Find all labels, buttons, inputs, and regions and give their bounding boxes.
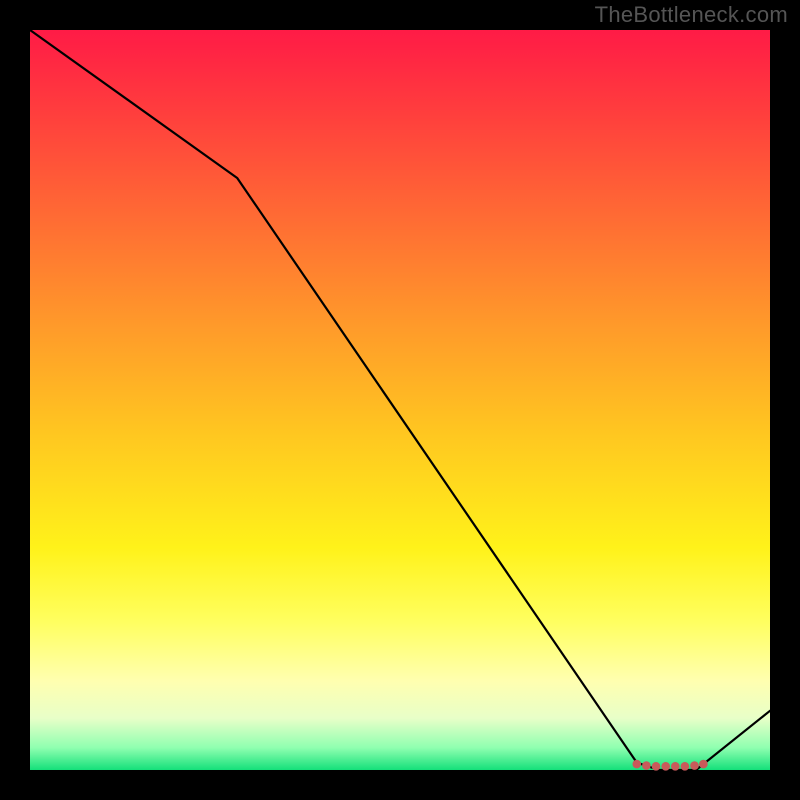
optimal-marker (681, 763, 689, 771)
optimal-marker (643, 762, 651, 770)
optimal-marker (633, 760, 641, 768)
optimal-marker (691, 762, 699, 770)
optimal-range-markers (633, 760, 707, 770)
optimal-marker (672, 763, 680, 771)
plot-area (30, 30, 770, 770)
attribution-text: TheBottleneck.com (595, 2, 788, 28)
bottleneck-line (30, 30, 770, 770)
optimal-marker (652, 763, 660, 771)
optimal-marker (700, 760, 708, 768)
optimal-marker (662, 763, 670, 771)
chart-frame: TheBottleneck.com (0, 0, 800, 800)
chart-svg (30, 30, 770, 770)
